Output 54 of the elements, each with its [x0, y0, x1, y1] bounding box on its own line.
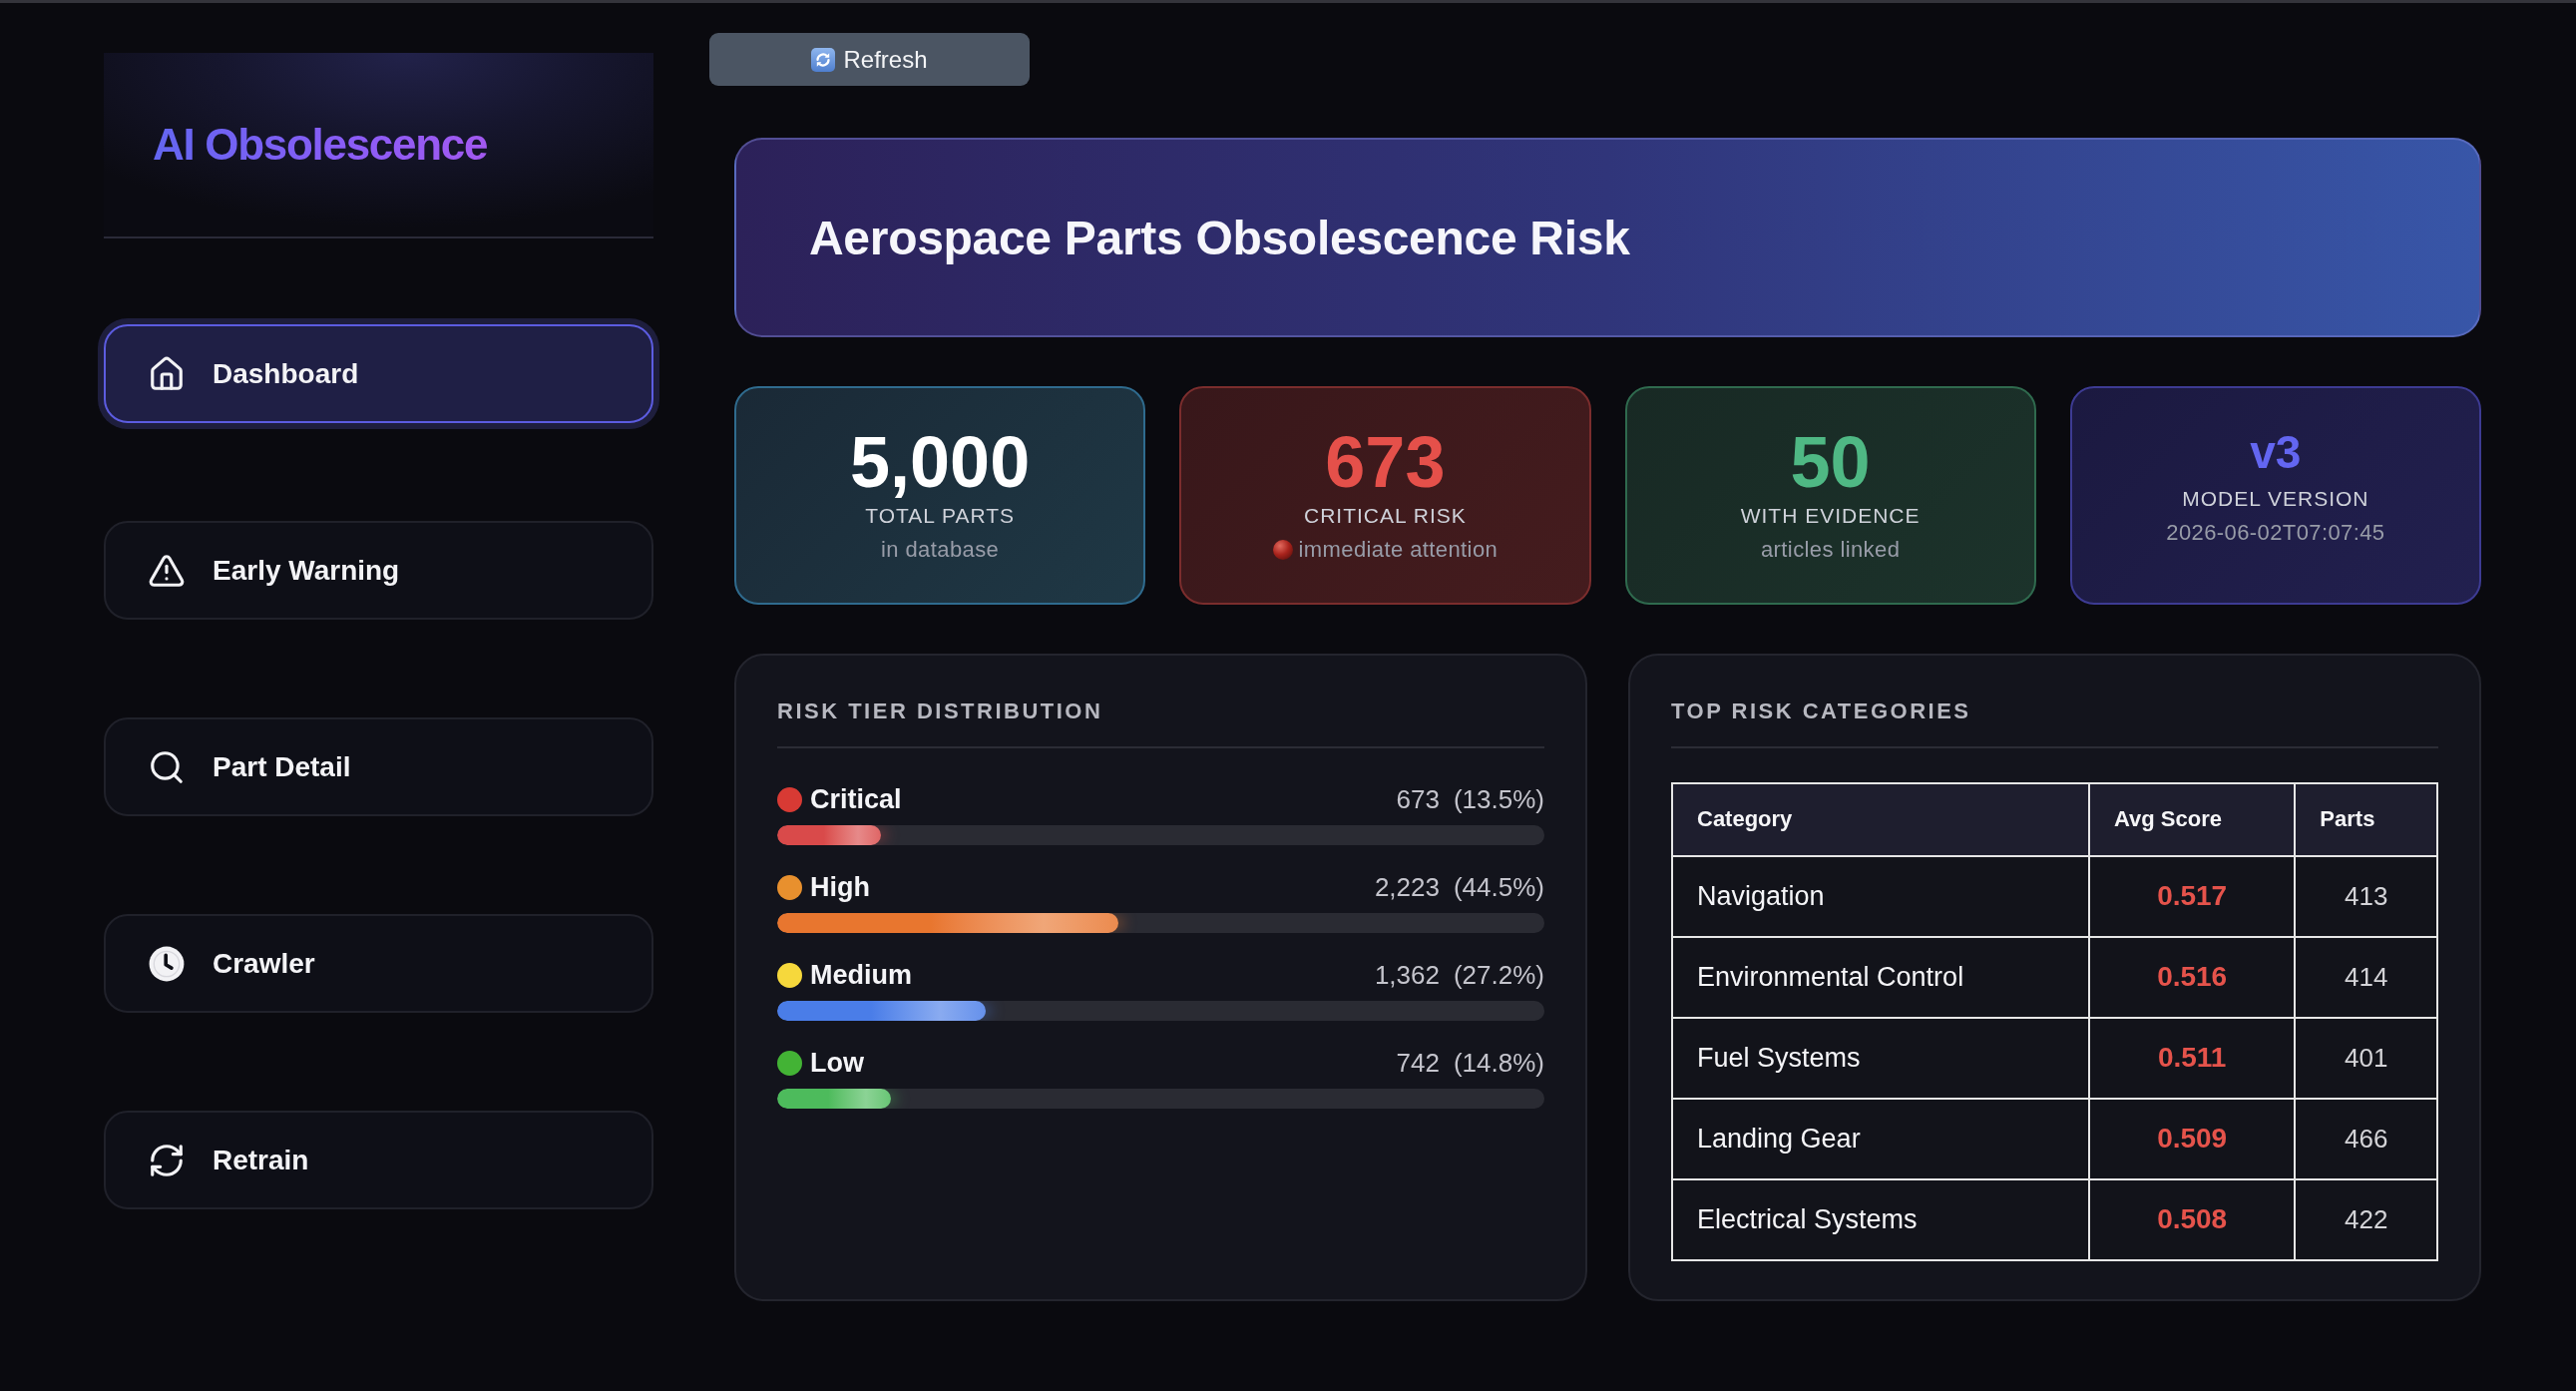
tier-label: Medium [810, 959, 912, 991]
table-header-cell: Avg Score [2089, 782, 2296, 856]
stat-note: immediate attention [1298, 536, 1499, 565]
tier-label: Low [810, 1047, 864, 1079]
table-cell: 0.508 [2089, 1178, 2296, 1260]
home-icon [148, 354, 186, 393]
tier-share: (44.5%) [1453, 871, 1544, 903]
stat-value: 50 [1790, 426, 1871, 498]
tier-label: Critical [810, 783, 902, 815]
nav-item[interactable]: Retrain [104, 1111, 653, 1209]
tier-count: 2,223 [1374, 871, 1440, 903]
tier-share: (13.5%) [1453, 783, 1544, 815]
stat-note: 2026-06-02T07:07:45 [2166, 519, 2385, 548]
stat-label: MODEL VERSION [2182, 486, 2369, 512]
panel-title: TOP RISK CATEGORIES [1671, 697, 2438, 748]
nav-item[interactable]: Part Detail [104, 717, 653, 816]
table-cell: Navigation [1672, 855, 2089, 937]
stat-value: v3 [2250, 429, 2302, 475]
tier-count: 673 [1396, 783, 1440, 815]
refresh-button[interactable]: Refresh [709, 33, 1030, 86]
table-header-cell: Category [1672, 782, 2089, 856]
stat-note: in database [881, 536, 1000, 565]
page-title: Aerospace Parts Obsolescence Risk [809, 210, 1630, 265]
nav-item[interactable]: Crawler [104, 914, 653, 1013]
stat-value: 673 [1325, 426, 1446, 498]
table-cell: 422 [2295, 1178, 2437, 1260]
table-cell: 414 [2295, 936, 2437, 1018]
refresh-icon [811, 47, 836, 72]
table-cell: 0.517 [2089, 855, 2296, 937]
table-cell: 413 [2295, 855, 2437, 937]
table-cell: Fuel Systems [1672, 1017, 2089, 1099]
table-cell: Landing Gear [1672, 1098, 2089, 1179]
table-cell: 466 [2295, 1098, 2437, 1179]
nav-item[interactable]: Dashboard [104, 324, 653, 423]
table-cell: Environmental Control [1672, 936, 2089, 1018]
tier-label: High [810, 871, 870, 903]
stat-label: CRITICAL RISK [1304, 503, 1467, 529]
stat-label: WITH EVIDENCE [1740, 503, 1921, 529]
table-cell: 0.516 [2089, 936, 2296, 1018]
panel-title: RISK TIER DISTRIBUTION [777, 697, 1544, 748]
stat-note: articles linked [1761, 536, 1901, 565]
tier-count: 1,362 [1374, 959, 1440, 991]
tier-share: (27.2%) [1453, 959, 1544, 991]
stat-value: 5,000 [850, 426, 1031, 498]
table-cell: 0.511 [2089, 1017, 2296, 1099]
table-cell: 401 [2295, 1017, 2437, 1099]
table-cell: Electrical Systems [1672, 1178, 2089, 1260]
stat-label: TOTAL PARTS [865, 503, 1016, 529]
tier-share: (14.8%) [1453, 1047, 1544, 1079]
table-header-cell: Parts [2295, 782, 2437, 856]
nav-item[interactable]: Early Warning [104, 521, 653, 620]
table-cell: 0.509 [2089, 1098, 2296, 1179]
clock-icon [148, 944, 186, 983]
tier-count: 742 [1396, 1047, 1440, 1079]
